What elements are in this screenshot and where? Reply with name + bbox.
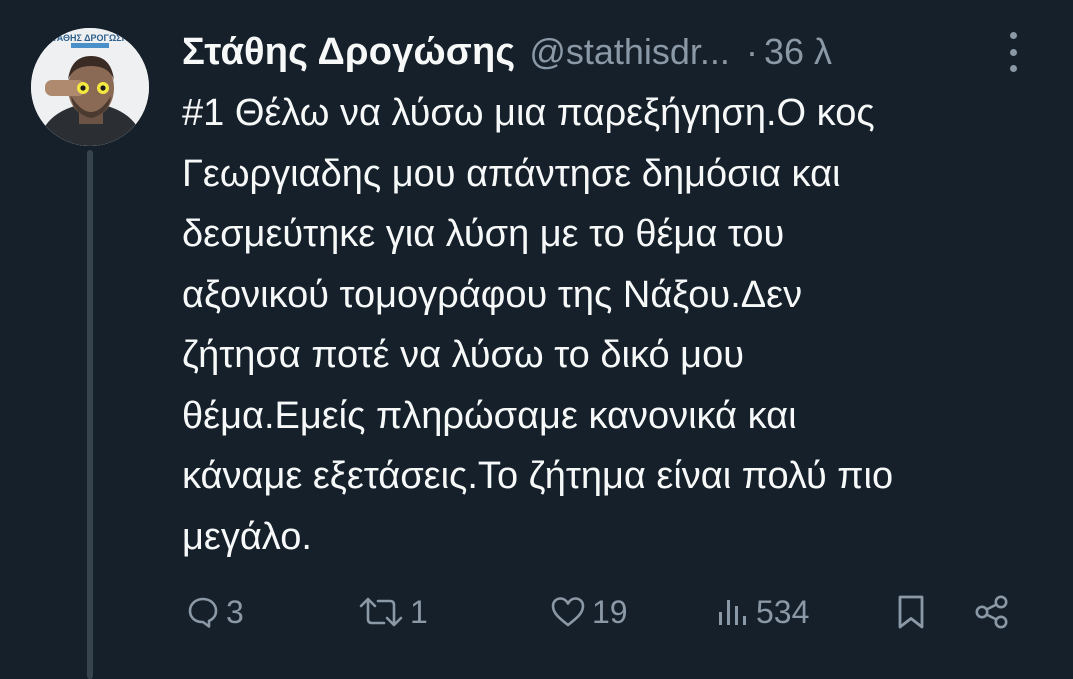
tweet-text-line: αξονικού τομογράφου της Νάξου.Δεν <box>182 273 803 316</box>
author-handle[interactable]: @stathisdr... <box>529 31 730 73</box>
views-icon <box>719 600 746 625</box>
share-icon <box>975 595 1008 629</box>
tweet-text-line: ζήτησα ποτέ να λύσω το δικό μου <box>182 334 744 376</box>
author-name[interactable]: Στάθης Δρογώσης <box>182 31 515 74</box>
retweet-icon <box>359 597 403 627</box>
timestamp[interactable]: 36 λ <box>764 31 832 73</box>
avatar-image: ΣΤΑΘΗΣ ΔΡΟΓΩΣΗΣ <box>31 28 149 146</box>
share-button[interactable] <box>972 590 1012 634</box>
tweet-text-line: δεσμεύτηκε για λύση με το θέμα του <box>182 213 785 255</box>
more-dot <box>1009 32 1017 39</box>
bookmark-button[interactable] <box>894 590 928 634</box>
reply-button[interactable]: 3 <box>186 590 244 634</box>
tweet-text-line: #1 Θέλω να λύσω μια παρεξήγηση.Ο κος <box>182 92 875 134</box>
tweet-text-line: Γεωργιαδης μου απάντησε δημόσια και <box>182 152 841 195</box>
reply-count: 3 <box>226 593 244 630</box>
reply-icon <box>188 597 218 628</box>
like-icon <box>551 597 585 627</box>
views-count: 534 <box>756 593 810 630</box>
retweet-count: 1 <box>410 593 428 630</box>
more-dot <box>1009 65 1017 72</box>
views-button[interactable]: 534 <box>716 590 809 634</box>
avatar[interactable]: ΣΤΑΘΗΣ ΔΡΟΓΩΣΗΣ <box>31 28 149 146</box>
tweet-header: Στάθης Δρογώσης @stathisdr... · 36 λ <box>182 26 1042 78</box>
tweet-text-line: κάναμε εξετάσεις.Το ζήτημα είναι πολύ πι… <box>182 455 894 497</box>
tweet-text: #1 Θέλω να λύσω μια παρεξήγηση.Ο κος Γεω… <box>182 83 1052 567</box>
separator-dot: · <box>745 31 758 72</box>
like-count: 19 <box>592 593 628 630</box>
avatar-caption: ΣΤΑΘΗΣ ΔΡΟΓΩΣΗΣ <box>47 33 135 43</box>
tweet-text-line: μεγάλο. <box>182 515 312 558</box>
retweet-button[interactable]: 1 <box>358 590 428 634</box>
like-button[interactable]: 19 <box>550 590 628 634</box>
more-dot <box>1009 48 1017 56</box>
bookmark-icon <box>898 595 924 629</box>
tweet-actions: 3 1 19 534 <box>0 590 1073 634</box>
more-icon[interactable] <box>1002 32 1024 72</box>
tweet-text-line: θέμα.Εμείς πληρώσαμε κανονικά και <box>182 394 797 437</box>
